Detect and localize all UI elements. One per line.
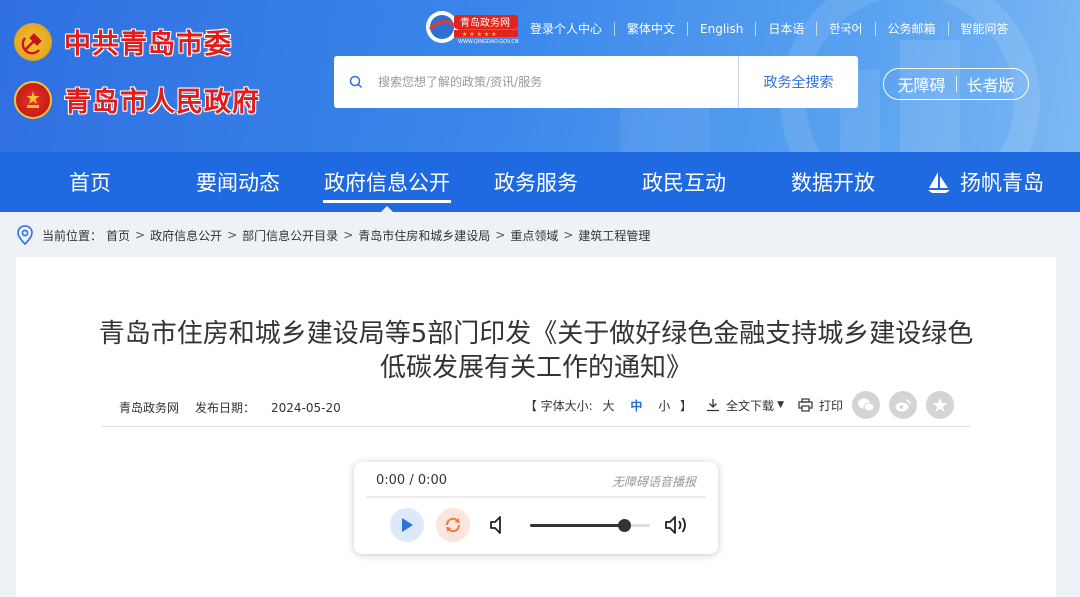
english-link[interactable]: English <box>687 22 755 36</box>
site-badge-title: 青岛政务网 <box>460 16 510 29</box>
print-button[interactable]: 打印 <box>798 397 843 414</box>
mute-icon[interactable] <box>488 514 508 536</box>
location-pin-icon <box>17 225 33 245</box>
search-bar: 政务全搜索 <box>334 56 858 108</box>
font-size-close: 】 <box>680 398 693 413</box>
refresh-icon <box>445 517 461 533</box>
divider <box>366 496 706 498</box>
publish-date-label: 发布日期： <box>195 401 256 415</box>
site-badge-domain: WWW.QINGDAO.GOV.CN <box>458 39 519 45</box>
breadcrumb-separator: > <box>495 228 506 242</box>
breadcrumb-separator: > <box>135 228 146 242</box>
nav-item-interaction[interactable]: 政民互动 <box>635 152 733 212</box>
weibo-icon <box>895 399 911 412</box>
smart-qa-link[interactable]: 智能问答 <box>947 22 1021 36</box>
japanese-link[interactable]: 日本语 <box>755 22 816 36</box>
main-nav: 首页 要闻动态 政府信息公开 政务服务 政民互动 数据开放 扬帆青岛 <box>0 152 1080 212</box>
audio-player: 0:00 / 0:00 无障碍语音播报 <box>354 462 718 554</box>
download-label: 全文下载 <box>726 398 775 413</box>
divider <box>955 76 957 92</box>
official-email-link[interactable]: 公务邮箱 <box>874 22 948 36</box>
volume-icon[interactable] <box>664 514 690 536</box>
breadcrumb-separator: > <box>343 228 354 242</box>
font-size-label: 【 字体大小: <box>524 398 593 413</box>
breadcrumb-label: 当前位置： <box>42 228 103 243</box>
breadcrumb-key-areas[interactable]: 重点领域 <box>510 227 558 244</box>
replay-button[interactable] <box>436 508 470 542</box>
traditional-chinese-link[interactable]: 繁体中文 <box>614 22 687 36</box>
volume-slider-handle[interactable] <box>617 519 631 532</box>
volume-slider-fill <box>530 524 624 527</box>
breadcrumb-gov-info[interactable]: 政府信息公开 <box>150 227 222 244</box>
government-logo[interactable]: 青岛市人民政府 <box>14 80 260 119</box>
top-links: 登录个人中心 繁体中文 English 日本语 한국어 公务邮箱 智能问答 <box>530 22 1021 36</box>
government-title: 青岛市人民政府 <box>64 87 260 118</box>
wechat-share-button[interactable] <box>852 391 880 419</box>
volume-slider[interactable] <box>530 519 650 532</box>
elder-mode-button[interactable]: 长者版 <box>967 72 1015 96</box>
print-icon <box>798 398 813 412</box>
national-emblem-icon <box>14 80 52 119</box>
breadcrumb-separator: > <box>563 228 574 242</box>
download-button[interactable]: 全文下载 ▼ <box>706 397 784 414</box>
nav-item-sail-qingdao[interactable]: 扬帆青岛 <box>920 152 1050 212</box>
article-card: 青岛市住房和城乡建设局等5部门印发《关于做好绿色金融支持城乡建设绿色低碳发展有关… <box>16 257 1056 597</box>
wechat-icon <box>858 398 875 412</box>
korean-link[interactable]: 한국어 <box>816 22 874 36</box>
login-link[interactable]: 登录个人中心 <box>530 22 614 36</box>
font-size-large[interactable]: 大 <box>603 399 615 413</box>
divider <box>102 426 970 427</box>
audio-player-label: 无障碍语音播报 <box>611 475 696 489</box>
sailboat-icon <box>928 172 950 193</box>
nav-item-home[interactable]: 首页 <box>49 152 131 212</box>
font-size-control: 【 字体大小: 大 中 小 】 <box>525 397 692 414</box>
search-input[interactable] <box>378 75 738 89</box>
article-meta: 青岛政务网 发布日期： 2024-05-20 <box>119 399 341 416</box>
print-label: 打印 <box>818 398 843 413</box>
publish-date: 发布日期： 2024-05-20 <box>195 399 341 416</box>
search-button[interactable]: 政务全搜索 <box>738 56 858 108</box>
favorite-button[interactable] <box>926 391 954 419</box>
font-size-small[interactable]: 小 <box>658 399 670 413</box>
breadcrumb-home[interactable]: 首页 <box>106 227 130 244</box>
barrier-free-button[interactable]: 无障碍 <box>897 72 945 96</box>
play-button[interactable] <box>390 508 424 542</box>
article-tools: 【 字体大小: 大 中 小 】 全文下载 ▼ 打印 <box>525 391 954 419</box>
download-icon <box>707 399 720 412</box>
article-title: 青岛市住房和城乡建设局等5部门印发《关于做好绿色金融支持城乡建设绿色低碳发展有关… <box>98 319 974 383</box>
nav-item-label: 扬帆青岛 <box>960 171 1044 195</box>
breadcrumb-housing-bureau[interactable]: 青岛市住房和城乡建设局 <box>358 227 490 244</box>
font-size-medium[interactable]: 中 <box>630 399 642 413</box>
nav-item-open-data[interactable]: 数据开放 <box>783 152 883 212</box>
nav-item-news[interactable]: 要闻动态 <box>190 152 286 212</box>
party-emblem-icon <box>14 22 52 61</box>
weibo-share-button[interactable] <box>889 391 917 419</box>
caret-down-icon: ▼ <box>777 400 784 410</box>
nav-item-gov-info[interactable]: 政府信息公开 <box>323 152 451 212</box>
site-header: 中共青岛市委 青岛市人民政府 青岛政务网 ★ ★ ★ ★ ★ WWW.QINGD… <box>0 0 1080 152</box>
publish-date-value: 2024-05-20 <box>271 401 341 415</box>
breadcrumb-separator: > <box>227 228 238 242</box>
star-icon <box>933 398 947 412</box>
article-source: 青岛政务网 <box>119 401 180 415</box>
play-icon <box>402 518 413 532</box>
site-badge-stars: ★ ★ ★ ★ ★ <box>462 31 497 38</box>
breadcrumb-construction[interactable]: 建筑工程管理 <box>578 227 650 244</box>
party-title: 中共青岛市委 <box>64 29 232 60</box>
audio-time: 0:00 / 0:00 <box>376 473 448 488</box>
search-icon[interactable] <box>334 75 378 89</box>
nav-item-services[interactable]: 政务服务 <box>487 152 585 212</box>
site-badge-logo[interactable]: 青岛政务网 ★ ★ ★ ★ ★ WWW.QINGDAO.GOV.CN <box>424 9 520 45</box>
accessibility-toggle: 无障碍 长者版 <box>883 68 1029 100</box>
party-logo[interactable]: 中共青岛市委 <box>14 22 232 61</box>
breadcrumb-dept-catalog[interactable]: 部门信息公开目录 <box>242 227 338 244</box>
breadcrumb: 当前位置： 首页 > 政府信息公开 > 部门信息公开目录 > 青岛市住房和城乡建… <box>16 224 650 246</box>
